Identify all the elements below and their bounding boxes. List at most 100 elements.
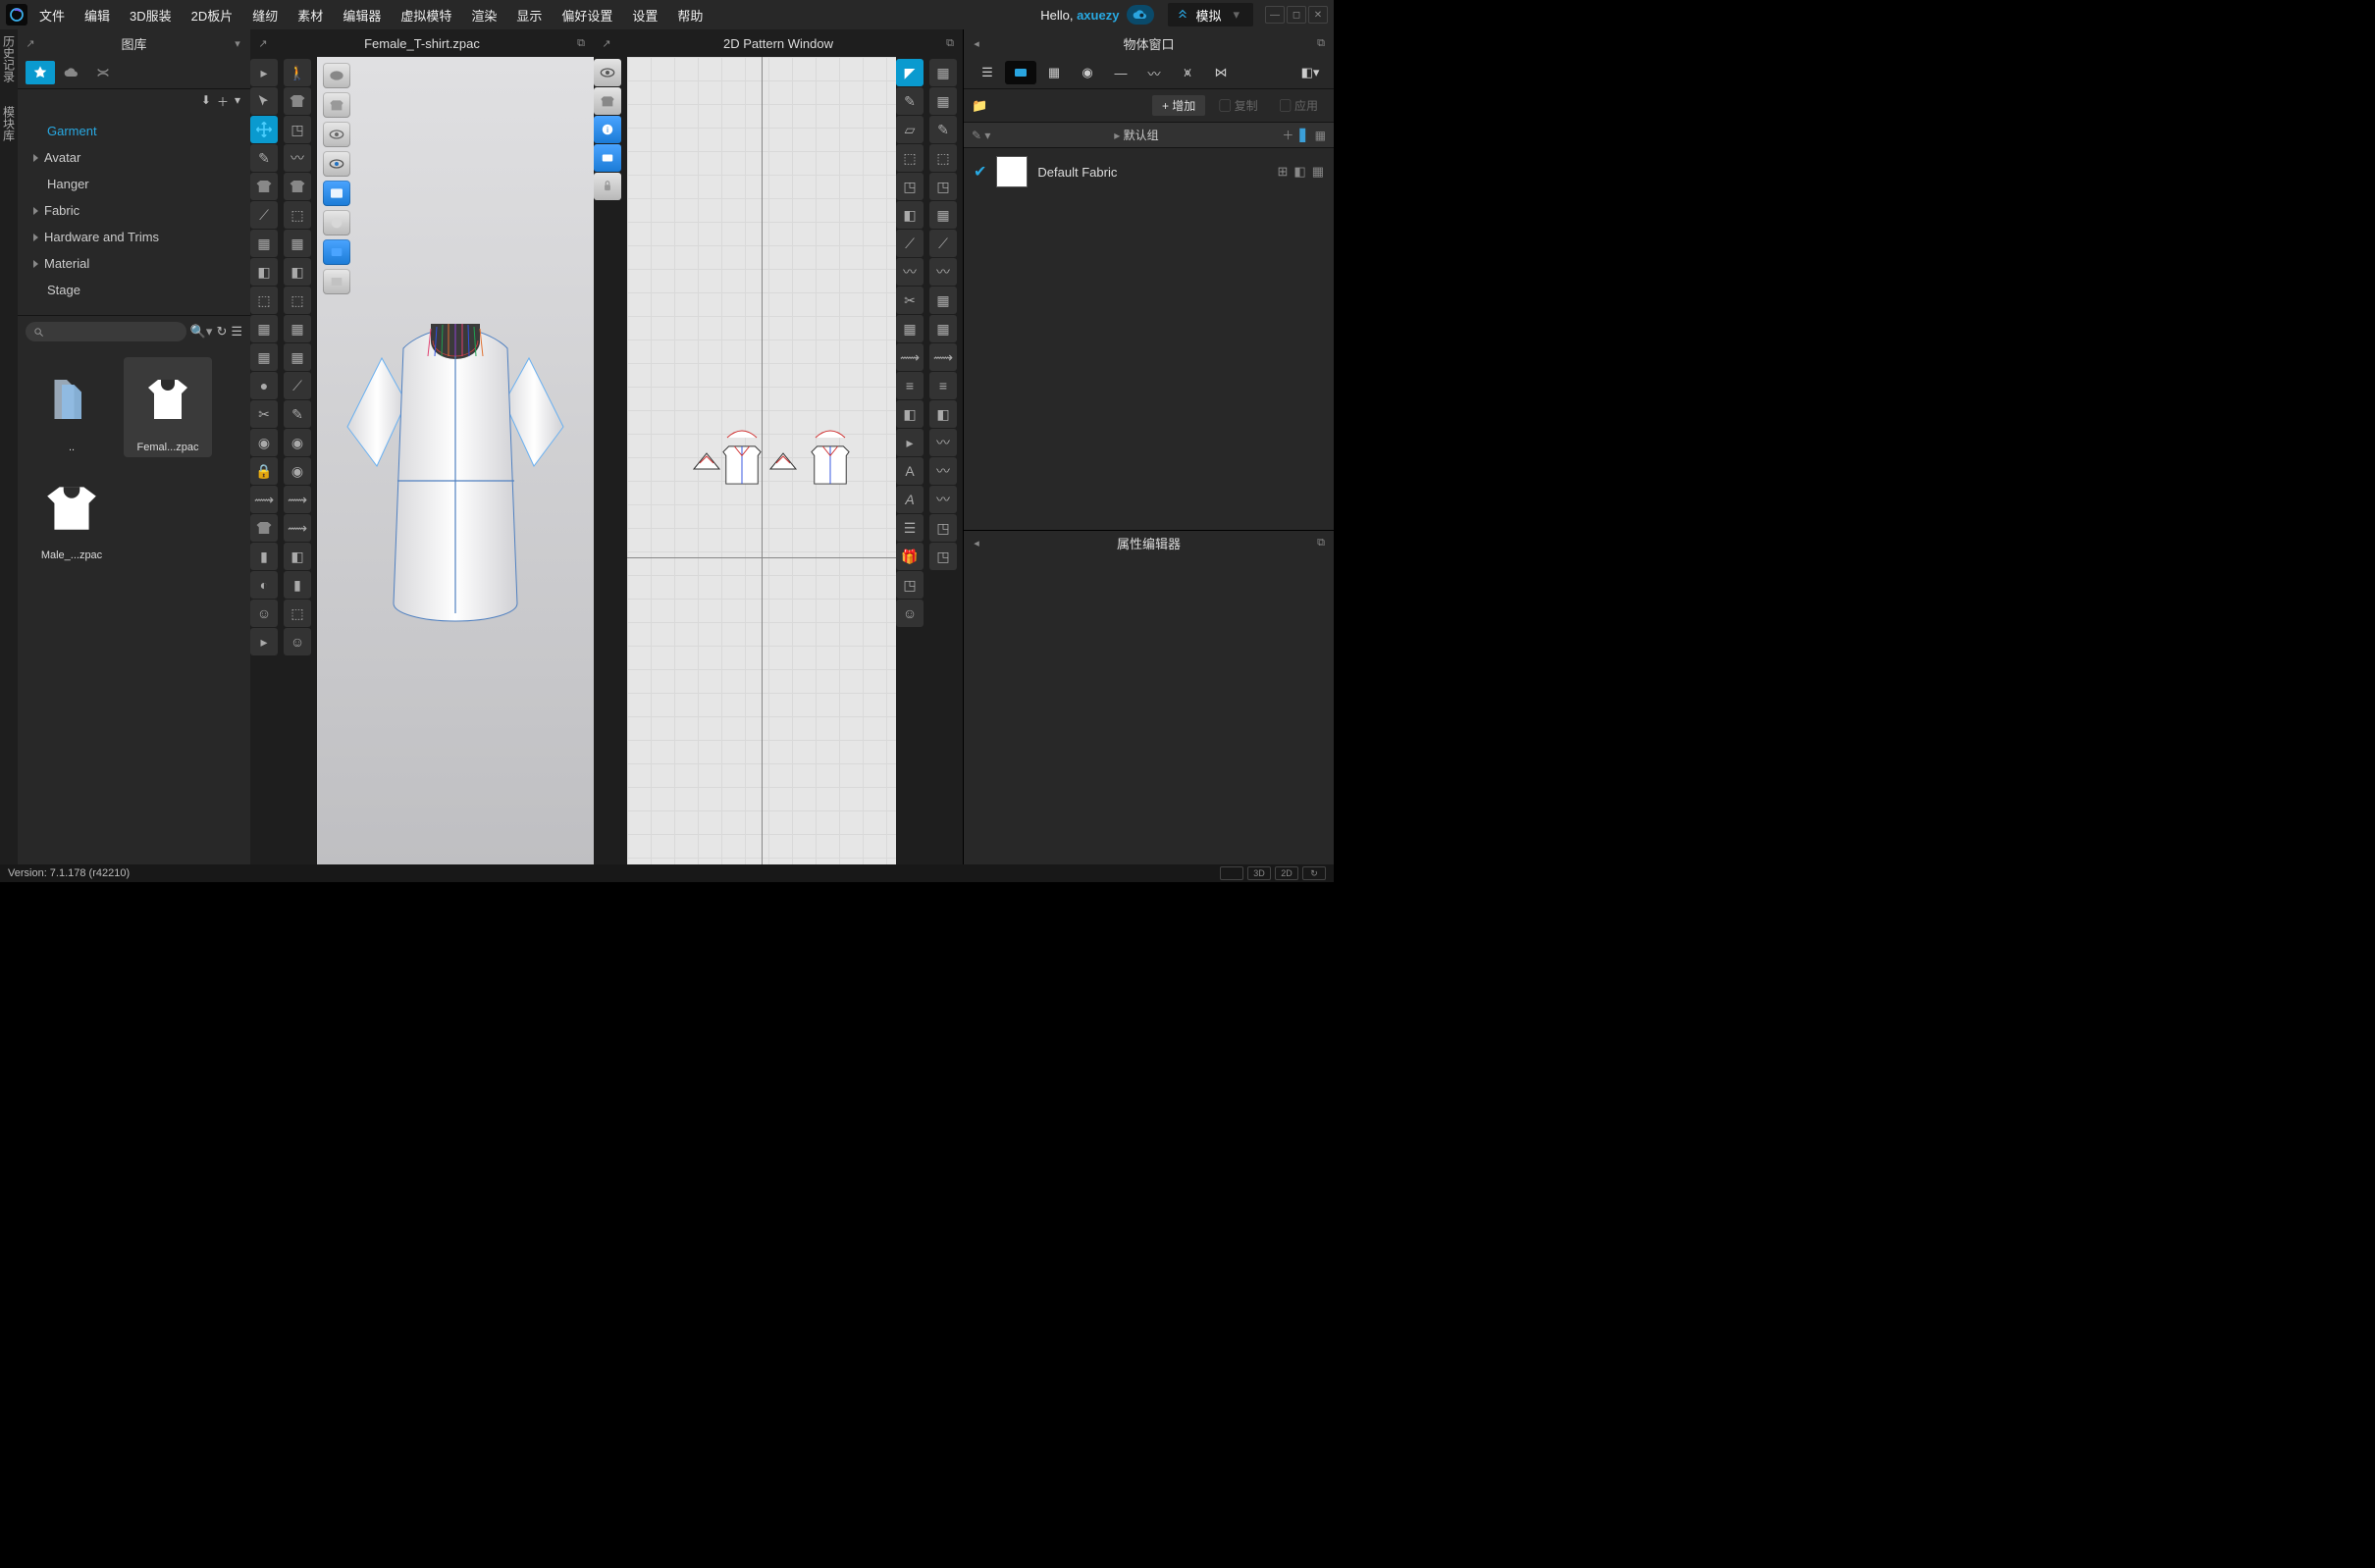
3d-canvas[interactable]	[317, 57, 594, 864]
2d-tool-a16[interactable]: A	[896, 486, 924, 513]
tool-move[interactable]	[250, 116, 278, 143]
tool-garment[interactable]	[250, 173, 278, 200]
tool-b10[interactable]: ✎	[284, 400, 311, 428]
tool-shirt2[interactable]	[250, 514, 278, 542]
tool-lock[interactable]: 🔒	[250, 457, 278, 485]
tool-shirt-b[interactable]	[284, 87, 311, 115]
group-grid-icon[interactable]: ▦	[1315, 129, 1326, 142]
home-tab[interactable]	[88, 61, 118, 84]
2d-tool-a14[interactable]: ▸	[896, 429, 924, 456]
prop-popout-icon[interactable]: ⧉	[1314, 537, 1328, 550]
tool-b8[interactable]: ▦	[284, 343, 311, 371]
2d-tool-b6[interactable]: ▦	[929, 201, 957, 229]
tree-avatar[interactable]: Avatar	[18, 144, 250, 171]
thumb-female-tshirt[interactable]: Femal...zpac	[124, 357, 212, 457]
app-logo[interactable]	[6, 4, 27, 26]
tool-b15[interactable]: ◧	[284, 543, 311, 570]
pattern-body-2[interactable]	[810, 440, 851, 489]
prop-undock-icon[interactable]: ◂	[970, 537, 983, 550]
tool-pin[interactable]: ●	[250, 372, 278, 399]
thumb-male-tshirt[interactable]: Male_...zpac	[27, 465, 116, 565]
2d-tool-select[interactable]: ◤	[896, 59, 924, 86]
menu-preferences[interactable]: 偏好设置	[561, 6, 612, 25]
apply-button[interactable]: ▢ 应用	[1272, 95, 1326, 116]
download-icon[interactable]: ⬇	[201, 93, 211, 110]
tool-torso[interactable]: ▮	[250, 543, 278, 570]
2d-mode-5[interactable]	[594, 173, 621, 200]
2d-tool-a2[interactable]: ✎	[896, 87, 924, 115]
tool-mirror[interactable]: ◐	[250, 571, 278, 599]
tool-walk[interactable]: 🚶	[284, 59, 311, 86]
menu-2d-pattern[interactable]: 2D板片	[191, 6, 234, 25]
search-options-icon[interactable]: 🔍▾	[190, 324, 213, 340]
pattern-sleeve-1[interactable]	[692, 451, 721, 473]
group-folder2-icon[interactable]: ▋	[1299, 129, 1308, 142]
row-grid-icon[interactable]: ▦	[1312, 164, 1324, 180]
window-maximize-button[interactable]: ◻	[1287, 6, 1306, 24]
2d-tool-a12[interactable]: ≡	[896, 372, 924, 399]
3d-mode-3[interactable]	[323, 122, 350, 147]
add-button[interactable]: + 增加	[1152, 95, 1205, 116]
tool-thread[interactable]: ⟿	[250, 486, 278, 513]
obj-tab-button[interactable]: ◉	[1072, 61, 1103, 84]
add-icon[interactable]: ＋	[217, 93, 229, 110]
tool-machine[interactable]: ▦	[250, 230, 278, 257]
popout-3d-icon[interactable]: ⧉	[574, 36, 588, 50]
tool-cursor2[interactable]: ▸	[250, 628, 278, 655]
check-icon[interactable]: ✔	[974, 162, 986, 182]
row-tag-icon[interactable]: ◧	[1293, 164, 1305, 180]
popout-2d-icon[interactable]: ⧉	[943, 36, 957, 50]
window-close-button[interactable]: ✕	[1308, 6, 1328, 24]
group-pen-icon[interactable]: ✎ ▾	[972, 129, 990, 142]
2d-tool-b12[interactable]: ≡	[929, 372, 957, 399]
menu-settings[interactable]: 设置	[632, 6, 658, 25]
status-3d-button[interactable]: 3D	[1247, 866, 1271, 880]
tree-hanger[interactable]: Hanger	[18, 171, 250, 197]
tool-b4[interactable]: ▦	[284, 230, 311, 257]
3d-mode-1[interactable]	[323, 63, 350, 88]
2d-tool-a9[interactable]: ✂	[896, 287, 924, 314]
right-popout-icon[interactable]: ⧉	[1314, 36, 1328, 50]
2d-tool-a7[interactable]: ⟋	[896, 230, 924, 257]
2d-canvas[interactable]	[627, 57, 896, 864]
tool-t1[interactable]: ◧	[250, 258, 278, 286]
2d-tool-a3[interactable]: ▱	[896, 116, 924, 143]
obj-tab-thread[interactable]: —	[1105, 61, 1136, 84]
2d-tool-b14[interactable]: 〰	[929, 429, 957, 456]
2d-tool-b13[interactable]: ◧	[929, 400, 957, 428]
fabric-row[interactable]: ✔ Default Fabric ⊞ ◧ ▦	[964, 148, 1334, 195]
3d-mode-4[interactable]	[323, 151, 350, 177]
2d-tool-b7[interactable]: ⟋	[929, 230, 957, 257]
2d-mode-4[interactable]	[594, 144, 621, 172]
tool-b12[interactable]: ◉	[284, 457, 311, 485]
2d-tool-a11[interactable]: ⟿	[896, 343, 924, 371]
2d-tool-a13[interactable]: ◧	[896, 400, 924, 428]
menu-3d-garment[interactable]: 3D服装	[130, 6, 172, 25]
2d-tool-b16[interactable]: 〰	[929, 486, 957, 513]
2d-tool-b17[interactable]: ◳	[929, 514, 957, 542]
module-tab[interactable]: 模块库	[1, 106, 18, 141]
row-add-icon[interactable]: ⊞	[1278, 164, 1289, 180]
3d-mode-7[interactable]	[323, 239, 350, 265]
menu-material[interactable]: 素材	[297, 6, 323, 25]
obj-tab-more[interactable]: ◧▾	[1294, 61, 1326, 84]
2d-tool-a19[interactable]: ◳	[896, 571, 924, 599]
history-tab[interactable]: 历史记录	[1, 35, 18, 82]
obj-tab-texture[interactable]: ▦	[1038, 61, 1070, 84]
3d-mode-5[interactable]	[323, 181, 350, 206]
refresh-icon[interactable]: ↻	[216, 324, 227, 340]
status-2d-button[interactable]: 2D	[1275, 866, 1298, 880]
undock-icon[interactable]: ↗	[24, 36, 37, 50]
tool-select[interactable]	[250, 87, 278, 115]
menu-help[interactable]: 帮助	[677, 6, 703, 25]
undock-2d-icon[interactable]: ↗	[600, 36, 613, 50]
2d-tool-b4[interactable]: ⬚	[929, 144, 957, 172]
status-blank[interactable]	[1220, 866, 1243, 880]
tool-b17[interactable]: ⬚	[284, 600, 311, 627]
pattern-collar-2[interactable]	[814, 428, 847, 440]
3d-mode-6[interactable]	[323, 210, 350, 235]
cloud-sync-button[interactable]	[1127, 5, 1154, 25]
2d-tool-a8[interactable]: 〰	[896, 258, 924, 286]
tool-avatar2[interactable]: ☺	[250, 600, 278, 627]
tool-b18[interactable]: ☺	[284, 628, 311, 655]
